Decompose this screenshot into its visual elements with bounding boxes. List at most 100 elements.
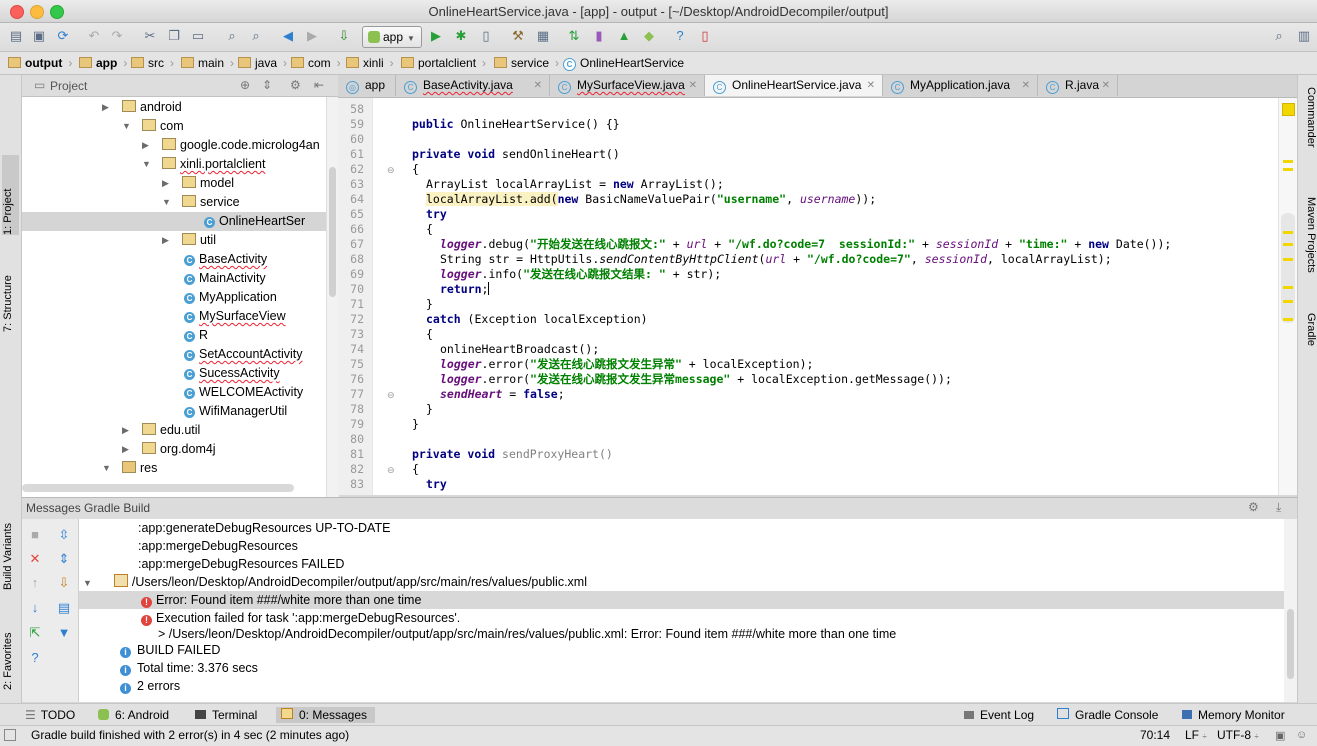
filter-icon[interactable]: ▼ bbox=[56, 625, 72, 641]
tree-item[interactable]: C WifiManagerUtil bbox=[184, 402, 287, 421]
export-icon[interactable]: ⇩ bbox=[56, 575, 72, 591]
copy-icon[interactable]: ❐ bbox=[166, 28, 182, 44]
breadcrumb-item[interactable]: portalclient › bbox=[401, 55, 486, 71]
horizontal-scrollbar[interactable] bbox=[22, 484, 294, 492]
back-icon[interactable]: ◀ bbox=[280, 28, 296, 44]
warning-marker[interactable] bbox=[1283, 300, 1293, 303]
android-tool-tab[interactable]: 6: Android bbox=[98, 707, 169, 723]
gear-icon[interactable]: ⚙ bbox=[1248, 500, 1259, 514]
warning-marker[interactable] bbox=[1283, 258, 1293, 261]
breadcrumb-item[interactable]: src › bbox=[131, 55, 174, 71]
editor-tab[interactable]: ◎ app bbox=[338, 75, 396, 96]
gear-icon[interactable]: ⚙ bbox=[290, 78, 301, 92]
event-log-tool-tab[interactable]: Event Log bbox=[964, 707, 1034, 723]
warning-marker[interactable] bbox=[1283, 168, 1293, 171]
collapse-all-icon[interactable]: ⇕ bbox=[56, 551, 72, 567]
tree-item[interactable]: ▶ model bbox=[162, 174, 234, 193]
breadcrumb-item[interactable]: com › bbox=[291, 55, 341, 71]
close-icon[interactable]: ✕ bbox=[534, 75, 542, 96]
breadcrumb-item[interactable]: app › bbox=[79, 55, 127, 71]
toggle-tool-windows-icon[interactable] bbox=[4, 729, 16, 741]
cut-icon[interactable]: ✂ bbox=[142, 28, 158, 44]
code-editor[interactable]: public OnlineHeartService() {} private v… bbox=[402, 98, 1278, 495]
fold-icon[interactable]: ⊖ bbox=[387, 165, 395, 176]
favorites-tool-tab[interactable]: 2: Favorites bbox=[2, 610, 19, 690]
breadcrumb-item[interactable]: C OnlineHeartService bbox=[563, 55, 684, 71]
editor-error-stripe[interactable] bbox=[1278, 98, 1298, 495]
tree-item[interactable]: ▶ android bbox=[102, 98, 182, 117]
replace-icon[interactable]: ⌕ bbox=[248, 28, 264, 44]
tree-item[interactable]: C BaseActivity bbox=[184, 250, 267, 269]
paste-icon[interactable]: ▭ bbox=[190, 28, 206, 44]
gradle-sync-icon[interactable]: ⇅ bbox=[566, 28, 582, 44]
tree-item[interactable]: ▶ google.code.microlog4an bbox=[142, 136, 320, 155]
warning-marker[interactable] bbox=[1283, 318, 1293, 321]
tree-item[interactable]: ▶ org.dom4j bbox=[122, 440, 216, 459]
expand-all-icon[interactable]: ⇳ bbox=[56, 527, 72, 543]
tree-item[interactable]: ▶ util bbox=[162, 231, 216, 250]
warning-marker[interactable] bbox=[1283, 243, 1293, 246]
breadcrumb-item[interactable]: java › bbox=[238, 55, 287, 71]
undo-icon[interactable]: ↶ bbox=[86, 28, 102, 44]
editor-tab-active[interactable]: C OnlineHeartService.java ✕ bbox=[705, 75, 883, 96]
forward-icon[interactable]: ▶ bbox=[304, 28, 320, 44]
caret-position[interactable]: 70:14 bbox=[1140, 728, 1170, 742]
status-message[interactable]: Gradle build finished with 2 error(s) in… bbox=[31, 728, 349, 742]
build-variants-tool-tab[interactable]: Build Variants bbox=[2, 500, 19, 590]
attach-debugger-icon[interactable]: ▯ bbox=[478, 28, 494, 44]
inspector-icon[interactable]: ☺ bbox=[1296, 729, 1307, 741]
warning-marker[interactable] bbox=[1283, 286, 1293, 289]
editor-tab[interactable]: C R.java ✕ bbox=[1038, 75, 1118, 96]
terminal-tool-tab[interactable]: Terminal bbox=[195, 707, 257, 723]
tree-item[interactable]: ▼ res bbox=[102, 459, 157, 478]
android-sdk-icon[interactable]: ◆ bbox=[641, 28, 657, 44]
tree-item[interactable]: C SucessActivity bbox=[184, 364, 280, 383]
gradle-console-tool-tab[interactable]: Gradle Console bbox=[1057, 707, 1158, 723]
run-icon[interactable]: ▶ bbox=[428, 28, 444, 44]
tree-item[interactable]: ▼ com bbox=[122, 117, 184, 136]
close-icon[interactable]: ✕ bbox=[27, 551, 43, 567]
navigate-icon[interactable]: ⇱ bbox=[27, 625, 43, 641]
collapse-all-icon[interactable]: ⇕ bbox=[262, 78, 272, 92]
save-all-icon[interactable]: ▣ bbox=[31, 28, 47, 44]
close-icon[interactable]: ✕ bbox=[1102, 75, 1110, 96]
settings-icon[interactable]: ▥ bbox=[1296, 28, 1312, 44]
breadcrumb-item[interactable]: xinli › bbox=[346, 55, 394, 71]
device-monitor-icon[interactable]: ▲ bbox=[616, 28, 632, 44]
android-monitor-icon[interactable]: ▯ bbox=[697, 28, 713, 44]
help-icon[interactable]: ? bbox=[672, 28, 688, 44]
breadcrumb-item[interactable]: main › bbox=[181, 55, 234, 71]
close-icon[interactable]: ✕ bbox=[689, 75, 697, 96]
warning-indicator-icon[interactable] bbox=[1282, 103, 1295, 116]
open-folder-icon[interactable]: ▤ bbox=[8, 28, 24, 44]
gradle-tool-tab[interactable]: Gradle bbox=[1300, 313, 1317, 373]
messages-tool-tab[interactable]: 0: Messages bbox=[276, 707, 376, 723]
fold-icon[interactable]: ⊖ bbox=[387, 465, 395, 476]
tree-item[interactable]: C SetAccountActivity bbox=[184, 345, 303, 364]
close-icon[interactable]: ✕ bbox=[1022, 75, 1030, 96]
editor-tab[interactable]: C MyApplication.java ✕ bbox=[883, 75, 1038, 96]
tree-item[interactable]: ▼ xinli.portalclient bbox=[142, 155, 265, 174]
hide-panel-icon[interactable]: ⇤ bbox=[314, 78, 324, 92]
redo-icon[interactable]: ↷ bbox=[109, 28, 125, 44]
show-warnings-icon[interactable]: ▤ bbox=[56, 600, 72, 616]
debug-icon[interactable]: ✱ bbox=[453, 28, 469, 44]
run-configuration-select[interactable]: app ▼ bbox=[362, 26, 422, 48]
search-everywhere-icon[interactable]: ⌕ bbox=[1271, 28, 1287, 44]
project-structure-icon[interactable]: ⚒ bbox=[510, 28, 526, 44]
editor-tab[interactable]: C MySurfaceView.java ✕ bbox=[550, 75, 705, 96]
previous-message-icon[interactable]: ↑ bbox=[27, 575, 43, 591]
scrollbar-thumb[interactable] bbox=[329, 167, 336, 297]
messages-scrollbar[interactable] bbox=[1284, 519, 1297, 702]
editor-tab[interactable]: C BaseActivity.java ✕ bbox=[396, 75, 550, 96]
project-tool-tab[interactable]: 1: Project bbox=[2, 155, 19, 235]
tree-item[interactable]: CR bbox=[184, 326, 208, 345]
breadcrumb-item[interactable]: service › bbox=[494, 55, 559, 71]
memory-monitor-tool-tab[interactable]: Memory Monitor bbox=[1182, 707, 1285, 723]
tree-item[interactable]: ▶ edu.util bbox=[122, 421, 200, 440]
message-file-line[interactable]: ▼/Users/leon/Desktop/AndroidDecompiler/o… bbox=[83, 573, 587, 591]
tree-item[interactable]: C WELCOMEActivity bbox=[184, 383, 303, 402]
tree-item[interactable]: ▼ service bbox=[162, 193, 240, 212]
structure-tool-tab[interactable]: 7: Structure bbox=[2, 247, 19, 332]
breadcrumb-item[interactable]: output › bbox=[8, 55, 72, 71]
